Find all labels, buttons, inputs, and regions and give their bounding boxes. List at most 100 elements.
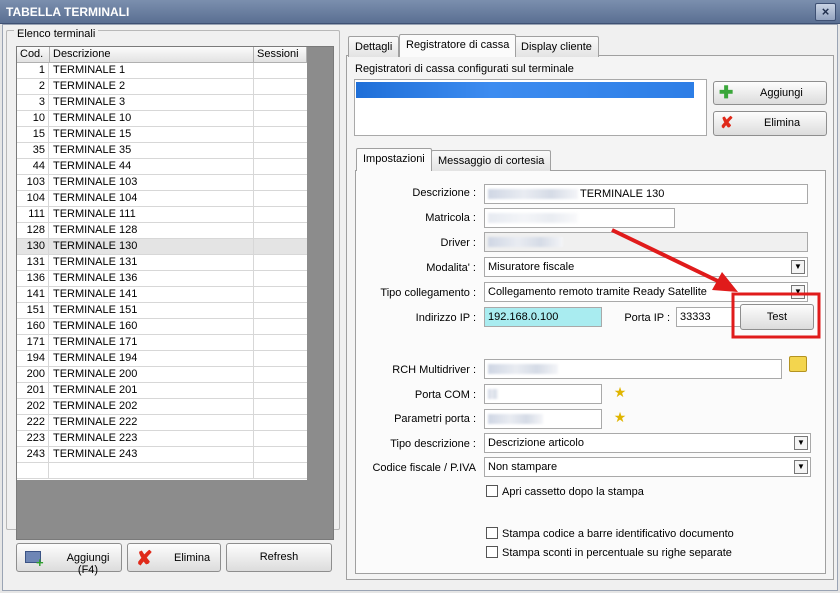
descrizione-label: Descrizione : [412, 187, 476, 199]
column-header-descrizione[interactable]: Descrizione [50, 47, 254, 63]
table-row[interactable]: 104 TERMINALE 104 [17, 191, 307, 207]
tab-impostazioni[interactable]: Impostazioni [356, 148, 432, 171]
row-descrizione: TERMINALE 151 [50, 303, 254, 319]
table-row[interactable]: 111 TERMINALE 111 [17, 207, 307, 223]
tipo-descrizione-select[interactable]: Descrizione articolo ▼ [484, 433, 811, 453]
table-row[interactable]: 141 TERMINALE 141 [17, 287, 307, 303]
stampa-sconti-checkbox[interactable] [486, 546, 498, 558]
table-row[interactable]: 200 TERMINALE 200 [17, 367, 307, 383]
row-sessioni [254, 367, 307, 383]
porta-com-label: Porta COM : [414, 389, 476, 401]
table-row[interactable]: 35 TERMINALE 35 [17, 143, 307, 159]
tab-registratore-di-cassa[interactable]: Registratore di cassa [399, 34, 517, 57]
row-cod: 111 [17, 207, 49, 223]
row-sessioni [254, 351, 307, 367]
tipo-collegamento-select[interactable]: Collegamento remoto tramite Ready Satell… [484, 282, 808, 302]
row-cod: 223 [17, 431, 49, 447]
table-row[interactable]: 194 TERMINALE 194 [17, 351, 307, 367]
tab-messaggio-di-cortesia[interactable]: Messaggio di cortesia [431, 150, 552, 171]
delete-terminal-button[interactable]: ✘ Elimina [127, 543, 221, 572]
row-cod: 2 [17, 79, 49, 95]
row-sessioni [254, 415, 307, 431]
table-row[interactable]: 130 TERMINALE 130 [17, 239, 307, 255]
folder-icon[interactable] [789, 356, 807, 372]
chevron-down-icon[interactable]: ▼ [791, 285, 805, 299]
table-row[interactable]: 136 TERMINALE 136 [17, 271, 307, 287]
redacted-text [488, 213, 578, 223]
table-row[interactable]: 10 TERMINALE 10 [17, 111, 307, 127]
row-descrizione: TERMINALE 2 [50, 79, 254, 95]
table-row[interactable]: 151 TERMINALE 151 [17, 303, 307, 319]
table-row[interactable]: 103 TERMINALE 103 [17, 175, 307, 191]
row-descrizione: TERMINALE 131 [50, 255, 254, 271]
row-sessioni [254, 255, 307, 271]
table-row[interactable]: 2 TERMINALE 2 [17, 79, 307, 95]
test-button[interactable]: Test [740, 304, 814, 330]
add-terminal-button[interactable]: + Aggiungi (F4) [16, 543, 122, 576]
table-row[interactable]: 201 TERMINALE 201 [17, 383, 307, 399]
descrizione-input[interactable]: TERMINALE 130 [484, 184, 808, 204]
table-row[interactable]: 202 TERMINALE 202 [17, 399, 307, 415]
stampa-barcode-checkbox[interactable] [486, 527, 498, 539]
table-row[interactable]: 222 TERMINALE 222 [17, 415, 307, 431]
rch-multidriver-label: RCH Multidriver : [392, 364, 476, 376]
porta-com-input[interactable] [484, 384, 602, 404]
table-row[interactable]: 44 TERMINALE 44 [17, 159, 307, 175]
star-icon[interactable]: ★ [611, 408, 629, 426]
table-row[interactable]: 3 TERMINALE 3 [17, 95, 307, 111]
refresh-button[interactable]: Refresh [226, 543, 332, 572]
column-header-sessioni[interactable]: Sessioni [254, 47, 307, 63]
table-row[interactable]: 223 TERMINALE 223 [17, 431, 307, 447]
chevron-down-icon[interactable]: ▼ [794, 460, 808, 474]
apri-cassetto-checkbox[interactable] [486, 485, 498, 497]
matricola-input[interactable] [484, 208, 675, 228]
row-descrizione: TERMINALE 1 [50, 63, 254, 79]
indirizzo-ip-input[interactable]: 192.168.0.100 [484, 307, 602, 327]
table-row[interactable]: 160 TERMINALE 160 [17, 319, 307, 335]
row-cod: 3 [17, 95, 49, 111]
star-icon[interactable]: ★ [611, 383, 629, 401]
row-sessioni [254, 335, 307, 351]
column-header-cod[interactable]: Cod. [17, 47, 50, 63]
row-cod [17, 463, 49, 479]
chevron-down-icon[interactable]: ▼ [794, 436, 808, 450]
parametri-porta-input[interactable] [484, 409, 602, 429]
row-descrizione: TERMINALE 200 [50, 367, 254, 383]
parametri-porta-label: Parametri porta : [394, 413, 476, 425]
delete-terminal-label: Elimina [174, 552, 211, 564]
add-register-label: Aggiungi [760, 87, 803, 99]
row-descrizione: TERMINALE 202 [50, 399, 254, 415]
tab-display-cliente[interactable]: Display cliente [514, 36, 599, 57]
row-descrizione: TERMINALE 111 [50, 207, 254, 223]
delete-register-button[interactable]: ✘ Elimina [713, 111, 827, 136]
close-button[interactable]: × [815, 3, 836, 21]
row-sessioni [254, 287, 307, 303]
row-sessioni [254, 271, 307, 287]
row-cod: 222 [17, 415, 49, 431]
add-terminal-label: Aggiungi (F4) [66, 552, 110, 576]
table-row[interactable]: 131 TERMINALE 131 [17, 255, 307, 271]
table-row[interactable]: 15 TERMINALE 15 [17, 127, 307, 143]
rch-multidriver-input[interactable] [484, 359, 782, 379]
tab-dettagli[interactable]: Dettagli [348, 36, 400, 57]
row-sessioni [254, 447, 307, 463]
codice-fiscale-select[interactable]: Non stampare ▼ [484, 457, 811, 477]
row-cod: 160 [17, 319, 49, 335]
row-sessioni [254, 111, 307, 127]
porta-ip-input[interactable]: 33333 [676, 307, 746, 327]
row-descrizione: TERMINALE 3 [50, 95, 254, 111]
add-register-button[interactable]: ✚ Aggiungi [713, 81, 827, 105]
chevron-down-icon[interactable]: ▼ [791, 260, 805, 274]
table-row[interactable]: 128 TERMINALE 128 [17, 223, 307, 239]
row-descrizione: TERMINALE 222 [50, 415, 254, 431]
row-sessioni [254, 79, 307, 95]
modalita-select[interactable]: Misuratore fiscale ▼ [484, 257, 808, 277]
register-list[interactable] [354, 79, 707, 136]
row-cod: 141 [17, 287, 49, 303]
table-row[interactable]: 243 TERMINALE 243 [17, 447, 307, 463]
table-row[interactable]: 1 TERMINALE 1 [17, 63, 307, 79]
modalita-label: Modalita' : [426, 262, 476, 274]
table-row[interactable]: 171 TERMINALE 171 [17, 335, 307, 351]
row-descrizione: TERMINALE 10 [50, 111, 254, 127]
row-descrizione: TERMINALE 223 [50, 431, 254, 447]
